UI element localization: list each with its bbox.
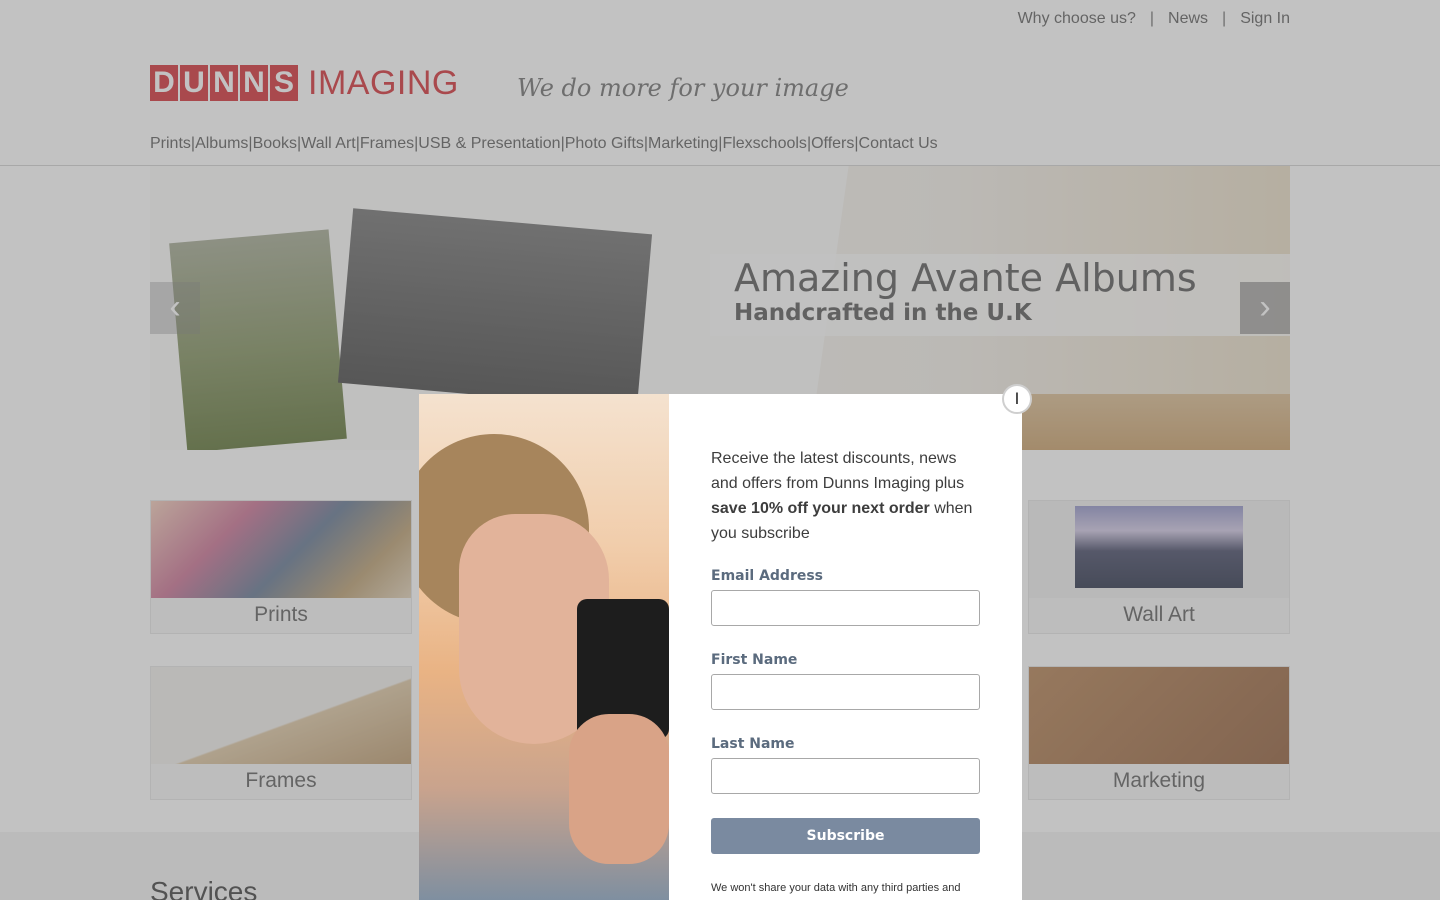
- last-name-field[interactable]: [711, 758, 980, 794]
- first-name-field[interactable]: [711, 674, 980, 710]
- email-field[interactable]: [711, 590, 980, 626]
- privacy-disclaimer: We won't share your data with any third …: [711, 882, 961, 894]
- subscribe-button[interactable]: Subscribe: [711, 818, 980, 854]
- email-label: Email Address: [711, 568, 824, 584]
- modal-intro-text: Receive the latest discounts, news and o…: [711, 446, 980, 546]
- photo-hand-shape: [569, 714, 669, 864]
- photographer-image: [419, 394, 669, 900]
- newsletter-modal: Receive the latest discounts, news and o…: [419, 394, 1022, 900]
- first-name-label: First Name: [711, 652, 798, 668]
- intro-text-offer: save 10% off your next order: [711, 500, 930, 517]
- intro-text-start: Receive the latest discounts, news and o…: [711, 450, 965, 492]
- close-icon[interactable]: I: [1002, 384, 1032, 414]
- last-name-label: Last Name: [711, 736, 795, 752]
- subscribe-form: Receive the latest discounts, news and o…: [711, 446, 980, 894]
